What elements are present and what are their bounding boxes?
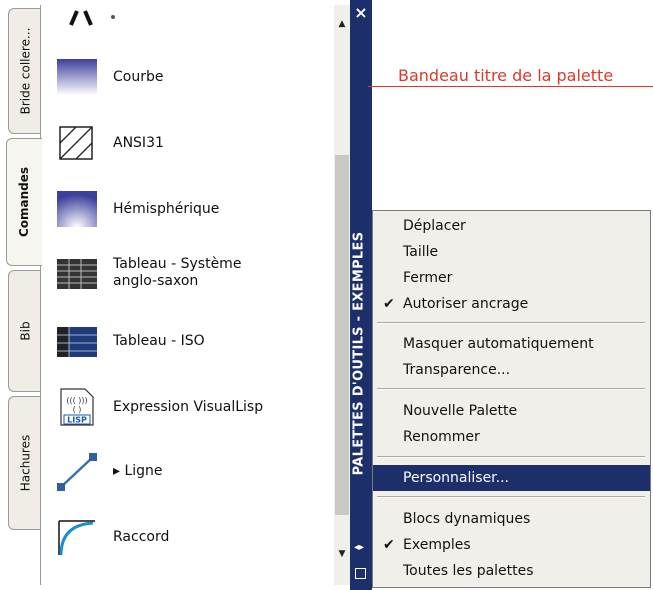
gradient-curve-icon <box>57 59 97 95</box>
menu-item-label: Blocs dynamiques <box>403 511 531 527</box>
palette-title-strip[interactable]: PALETTES D'OUTILS - EXEMPLES ◂▸ <box>350 0 372 590</box>
menu-item-nouvelle-palette[interactable]: Nouvelle Palette <box>373 398 650 424</box>
menu-separator <box>377 496 645 498</box>
tool-tableau-anglo-saxon[interactable]: Tableau - Système anglo-saxon <box>55 253 283 293</box>
checkmark-icon: ✔ <box>383 537 395 553</box>
menu-item-toutes-les-palettes[interactable]: Toutes les palettes <box>373 558 650 584</box>
tool-palette-panel: Courbe ANSI31 Hémisphérique Tableau - Sy… <box>40 5 335 585</box>
close-icon[interactable]: × <box>352 4 370 22</box>
scroll-up-icon[interactable]: ▲ <box>334 19 350 29</box>
partial-tool-icon <box>63 5 123 31</box>
table-iso-icon <box>57 327 97 357</box>
menu-item-label: Transparence... <box>403 362 511 378</box>
tool-label: ANSI31 <box>113 134 164 151</box>
menu-item-transparence[interactable]: Transparence... <box>373 357 650 383</box>
table-icon <box>57 259 97 289</box>
svg-text:((( ))): ((( ))) <box>66 396 87 405</box>
tool-label: Tableau - Système anglo-saxon <box>113 256 242 289</box>
annotation-label: Bandeau titre de la palette <box>398 66 614 85</box>
tab-bride-collere[interactable]: Bride collere... <box>8 8 42 134</box>
tab-label: Hachures <box>18 434 33 492</box>
menu-item-autoriser-ancrage[interactable]: ✔ Autoriser ancrage <box>373 291 650 317</box>
menu-item-masquer-automatiquement[interactable]: Masquer automatiquement <box>373 331 650 357</box>
menu-item-deplacer[interactable]: Déplacer <box>373 213 650 239</box>
gradient-hemisphere-icon <box>57 191 97 227</box>
palette-title: PALETTES D'OUTILS - EXEMPLES <box>351 231 367 476</box>
tool-ligne[interactable]: ▸ Ligne <box>55 451 163 491</box>
tool-label: ▸ Ligne <box>113 462 163 479</box>
checkmark-icon: ✔ <box>383 296 395 312</box>
tab-bib[interactable]: Bib <box>8 270 42 392</box>
menu-item-taille[interactable]: Taille <box>373 239 650 265</box>
properties-icon[interactable] <box>355 568 366 579</box>
tool-label: Courbe <box>113 68 164 85</box>
menu-item-label: Déplacer <box>403 218 466 234</box>
tool-label: Expression VisualLisp <box>113 398 264 415</box>
annotation-leader-line <box>368 86 653 87</box>
line-icon <box>57 453 97 491</box>
menu-item-fermer[interactable]: Fermer <box>373 265 650 291</box>
palette-tabs: Bride collere... Comandes Bib Hachures <box>0 0 42 590</box>
menu-item-personnaliser[interactable]: Personnaliser... <box>373 465 650 491</box>
context-menu: Déplacer Taille Fermer ✔ Autoriser ancrag… <box>372 210 651 588</box>
menu-item-label: Masquer automatiquement <box>403 336 594 352</box>
tool-hemispherique[interactable]: Hémisphérique <box>55 189 219 229</box>
menu-item-label: Taille <box>403 244 439 260</box>
menu-item-renommer[interactable]: Renommer <box>373 424 650 450</box>
tool-ansi31[interactable]: ANSI31 <box>55 123 164 163</box>
tab-label: Bib <box>18 321 33 341</box>
menu-separator <box>377 456 645 458</box>
tool-tableau-iso[interactable]: Tableau - ISO <box>55 321 205 361</box>
tab-comandes[interactable]: Comandes <box>6 138 42 266</box>
tab-label: Comandes <box>17 166 32 238</box>
tool-expression-visuallisp[interactable]: ((( ))) ( ) LISP Expression VisualLisp <box>55 387 263 427</box>
hatch-pattern-icon <box>59 126 93 160</box>
menu-item-label: Fermer <box>403 270 453 286</box>
tool-label: Hémisphérique <box>113 200 220 217</box>
tab-hachures[interactable]: Hachures <box>8 396 42 530</box>
scrollbar-thumb[interactable] <box>335 155 349 515</box>
menu-item-label: Nouvelle Palette <box>403 403 518 419</box>
fillet-icon <box>58 520 95 556</box>
lisp-icon: ((( ))) ( ) LISP <box>60 388 94 426</box>
menu-item-blocs-dynamiques[interactable]: Blocs dynamiques <box>373 506 650 532</box>
autohide-icon[interactable]: ◂▸ <box>354 542 364 553</box>
menu-separator <box>377 388 645 390</box>
svg-text:LISP: LISP <box>67 416 87 425</box>
menu-item-label: Toutes les palettes <box>403 563 534 579</box>
menu-item-label: Autoriser ancrage <box>403 296 529 312</box>
tool-raccord[interactable]: Raccord <box>55 517 169 557</box>
menu-item-exemples[interactable]: ✔ Exemples <box>373 532 650 558</box>
menu-item-label: Renommer <box>403 429 480 445</box>
tool-label: Tableau - ISO <box>113 332 205 349</box>
menu-item-label: Personnaliser... <box>403 470 510 486</box>
svg-text:( ): ( ) <box>73 405 82 414</box>
menu-separator <box>377 322 645 324</box>
tab-label: Bride collere... <box>18 27 33 115</box>
tool-courbe[interactable]: Courbe <box>55 57 163 97</box>
menu-item-label: Exemples <box>403 537 471 553</box>
tool-label: Raccord <box>113 528 170 545</box>
scroll-down-icon[interactable]: ▼ <box>334 549 350 559</box>
